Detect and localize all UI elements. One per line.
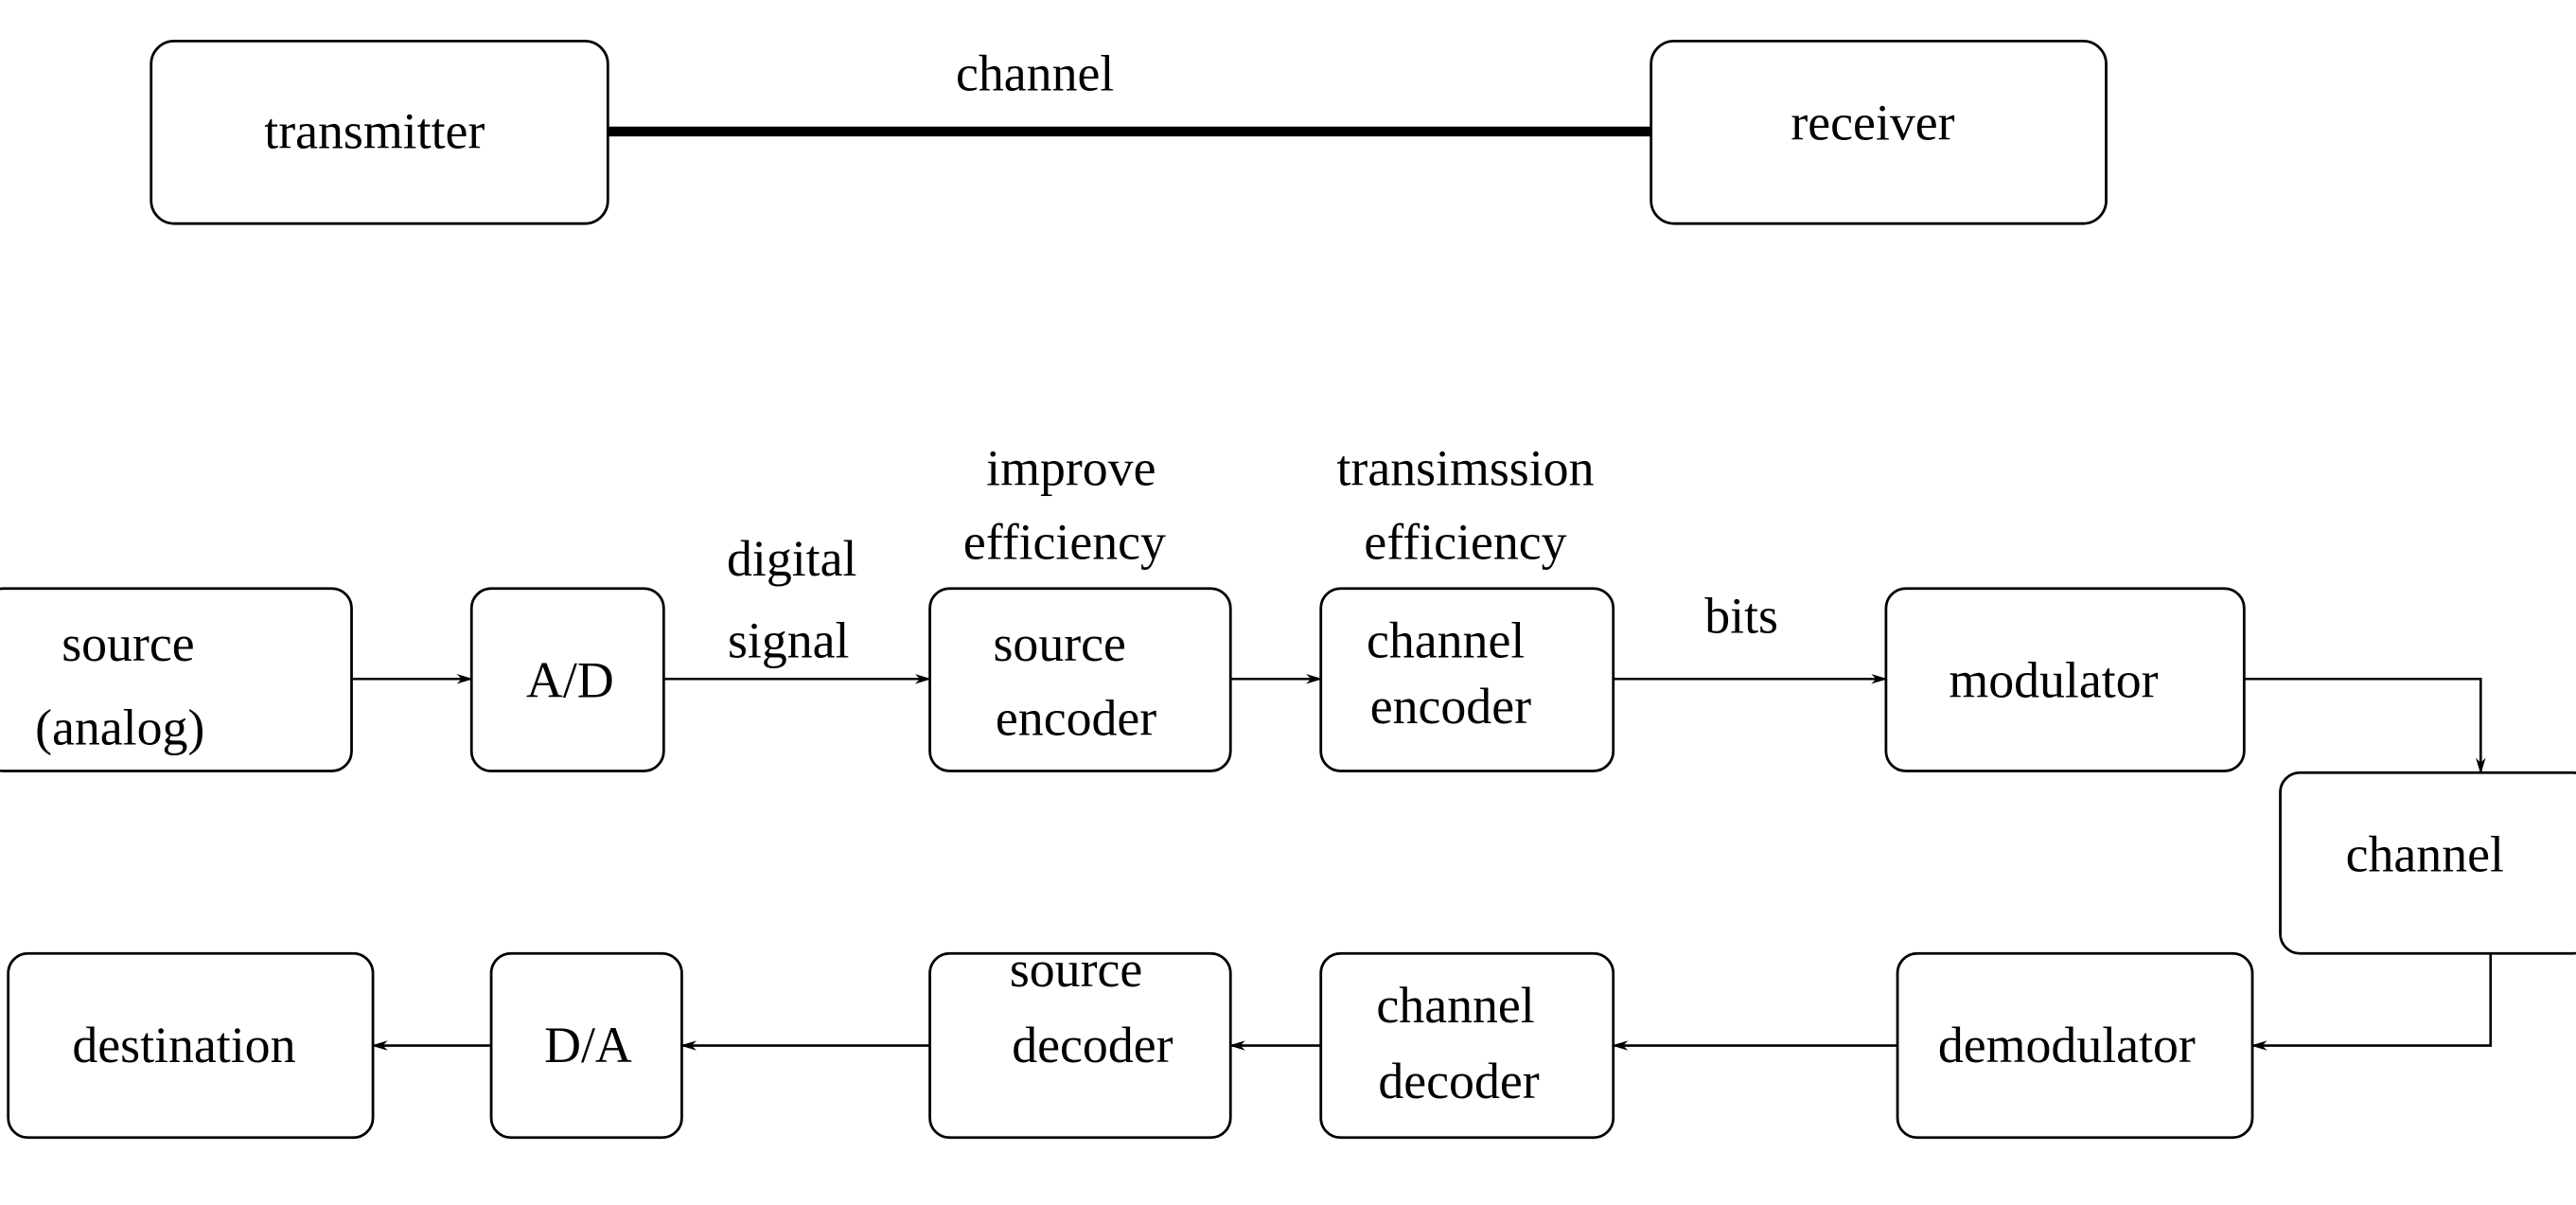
- source-decoder-label: source: [1010, 941, 1142, 998]
- demodulator-label: demodulator: [1938, 1017, 2196, 1073]
- ad-label: A/D: [526, 651, 614, 708]
- source-encoder-label-2: encoder: [996, 689, 1156, 746]
- improve-efficiency-label: improve: [986, 439, 1156, 496]
- source-label-2: (analog): [35, 700, 204, 756]
- receiver-label: receiver: [1791, 95, 1954, 151]
- destination-label: destination: [72, 1017, 295, 1073]
- channel-line-label: channel: [956, 45, 1114, 102]
- communication-system-diagram: transmitter receiver channel source (ana…: [0, 40, 2576, 1140]
- channel-encoder-label-2: encoder: [1370, 678, 1531, 735]
- transmitter-label: transmitter: [264, 102, 485, 159]
- channel-decoder-label: channel: [1376, 977, 1534, 1034]
- channel-label: channel: [2346, 825, 2504, 882]
- digital-signal-label: digital: [727, 530, 856, 587]
- modulator-label: modulator: [1949, 651, 2158, 708]
- channel-encoder-label: channel: [1367, 612, 1525, 669]
- bits-label: bits: [1704, 588, 1778, 645]
- channel-decoder-label-2: decoder: [1378, 1053, 1539, 1109]
- arrow-modulator-channel: [2244, 677, 2486, 774]
- arrow-channel-demodulator: [2250, 953, 2493, 1051]
- transmission-efficiency-label: transimssion: [1336, 439, 1594, 496]
- da-label: D/A: [544, 1017, 632, 1073]
- source-decoder-label-2: decoder: [1012, 1017, 1173, 1073]
- source-encoder-label: source: [993, 615, 1125, 672]
- source-label: source: [62, 615, 194, 672]
- improve-efficiency-label-2: efficiency: [963, 513, 1166, 570]
- transmission-efficiency-label-2: efficiency: [1364, 513, 1566, 570]
- digital-signal-label-2: signal: [728, 612, 850, 669]
